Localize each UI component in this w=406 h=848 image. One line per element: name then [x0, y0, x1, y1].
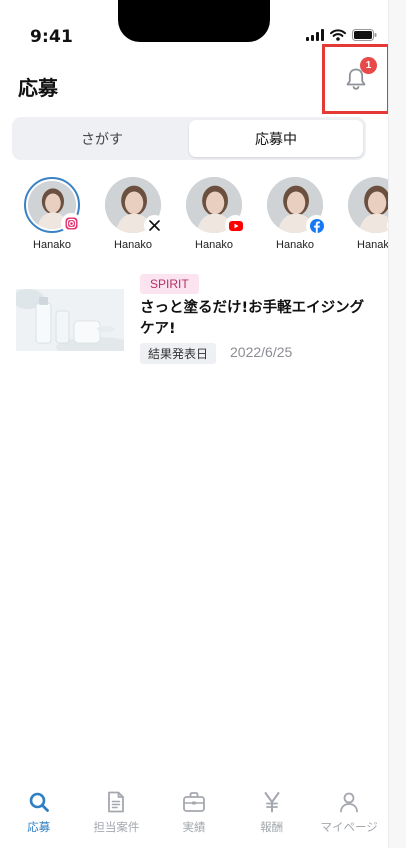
briefcase-icon — [182, 790, 206, 814]
tab-assigned-projects[interactable]: 担当案件 — [78, 790, 156, 848]
document-icon — [104, 790, 128, 814]
avatar — [348, 177, 388, 233]
search-icon — [27, 790, 51, 814]
app-screen: 9:41 応募 1 さがす 応募中 Hanako Hanako Hanako H… — [0, 0, 388, 848]
yen-icon — [260, 790, 284, 814]
wifi-icon — [330, 29, 346, 41]
account-name: Hanako — [33, 239, 71, 251]
account-item-instagram[interactable]: Hanako — [24, 177, 81, 251]
tab-search[interactable]: さがす — [15, 120, 189, 157]
mode-segmented-control: さがす 応募中 — [12, 117, 366, 160]
device-notch — [118, 0, 270, 42]
tab-label: 報酬 — [260, 820, 284, 834]
battery-icon — [352, 29, 377, 41]
person-icon — [337, 790, 361, 814]
status-badge: 結果発表日 — [140, 343, 217, 364]
status-icons — [306, 29, 377, 41]
account-item-youtube[interactable]: Hanako — [186, 177, 245, 251]
bottom-tab-bar: 応募 担当案件 実績 報酬 マイページ — [0, 790, 388, 848]
tab-my-page[interactable]: マイページ — [310, 790, 388, 848]
cellular-signal-icon — [306, 29, 324, 41]
campaign-date: 2022/6/25 — [230, 344, 293, 360]
account-name: Hanako — [195, 239, 233, 251]
account-name: Hanako — [276, 239, 314, 251]
account-item-facebook[interactable]: Hanako — [267, 177, 326, 251]
brand-tag: SPIRIT — [140, 274, 199, 294]
tab-achievements[interactable]: 実績 — [155, 790, 233, 848]
tab-label: 実績 — [182, 820, 206, 834]
account-name: Hanako — [357, 239, 388, 251]
account-name: Hanako — [114, 239, 152, 251]
page-title: 応募 — [18, 76, 58, 100]
instagram-icon — [62, 214, 81, 233]
tab-applied[interactable]: 応募中 — [189, 120, 363, 157]
campaign-card[interactable]: SPIRIT さっと塗るだけ!お手軽エイジングケア! 結果発表日 2022/6/… — [16, 274, 376, 364]
x-icon — [145, 216, 164, 235]
notification-button[interactable]: 1 — [322, 44, 388, 114]
notification-badge: 1 — [360, 57, 377, 74]
youtube-icon — [226, 216, 245, 235]
account-item-x[interactable]: Hanako — [105, 177, 164, 251]
tab-rewards[interactable]: 報酬 — [233, 790, 311, 848]
tab-label: マイページ — [320, 820, 378, 834]
campaign-title: さっと塗るだけ!お手軽エイジングケア! — [140, 300, 365, 337]
page-edge — [388, 0, 406, 848]
status-time: 9:41 — [30, 27, 74, 47]
campaign-thumbnail — [16, 289, 124, 351]
facebook-icon — [307, 216, 326, 235]
sns-account-list: Hanako Hanako Hanako Hanako Hanak — [24, 177, 388, 251]
tab-label: 担当案件 — [93, 820, 140, 834]
tab-apply[interactable]: 応募 — [0, 790, 78, 848]
account-item-other[interactable]: Hanako — [348, 177, 388, 251]
tab-label: 応募 — [27, 820, 51, 834]
